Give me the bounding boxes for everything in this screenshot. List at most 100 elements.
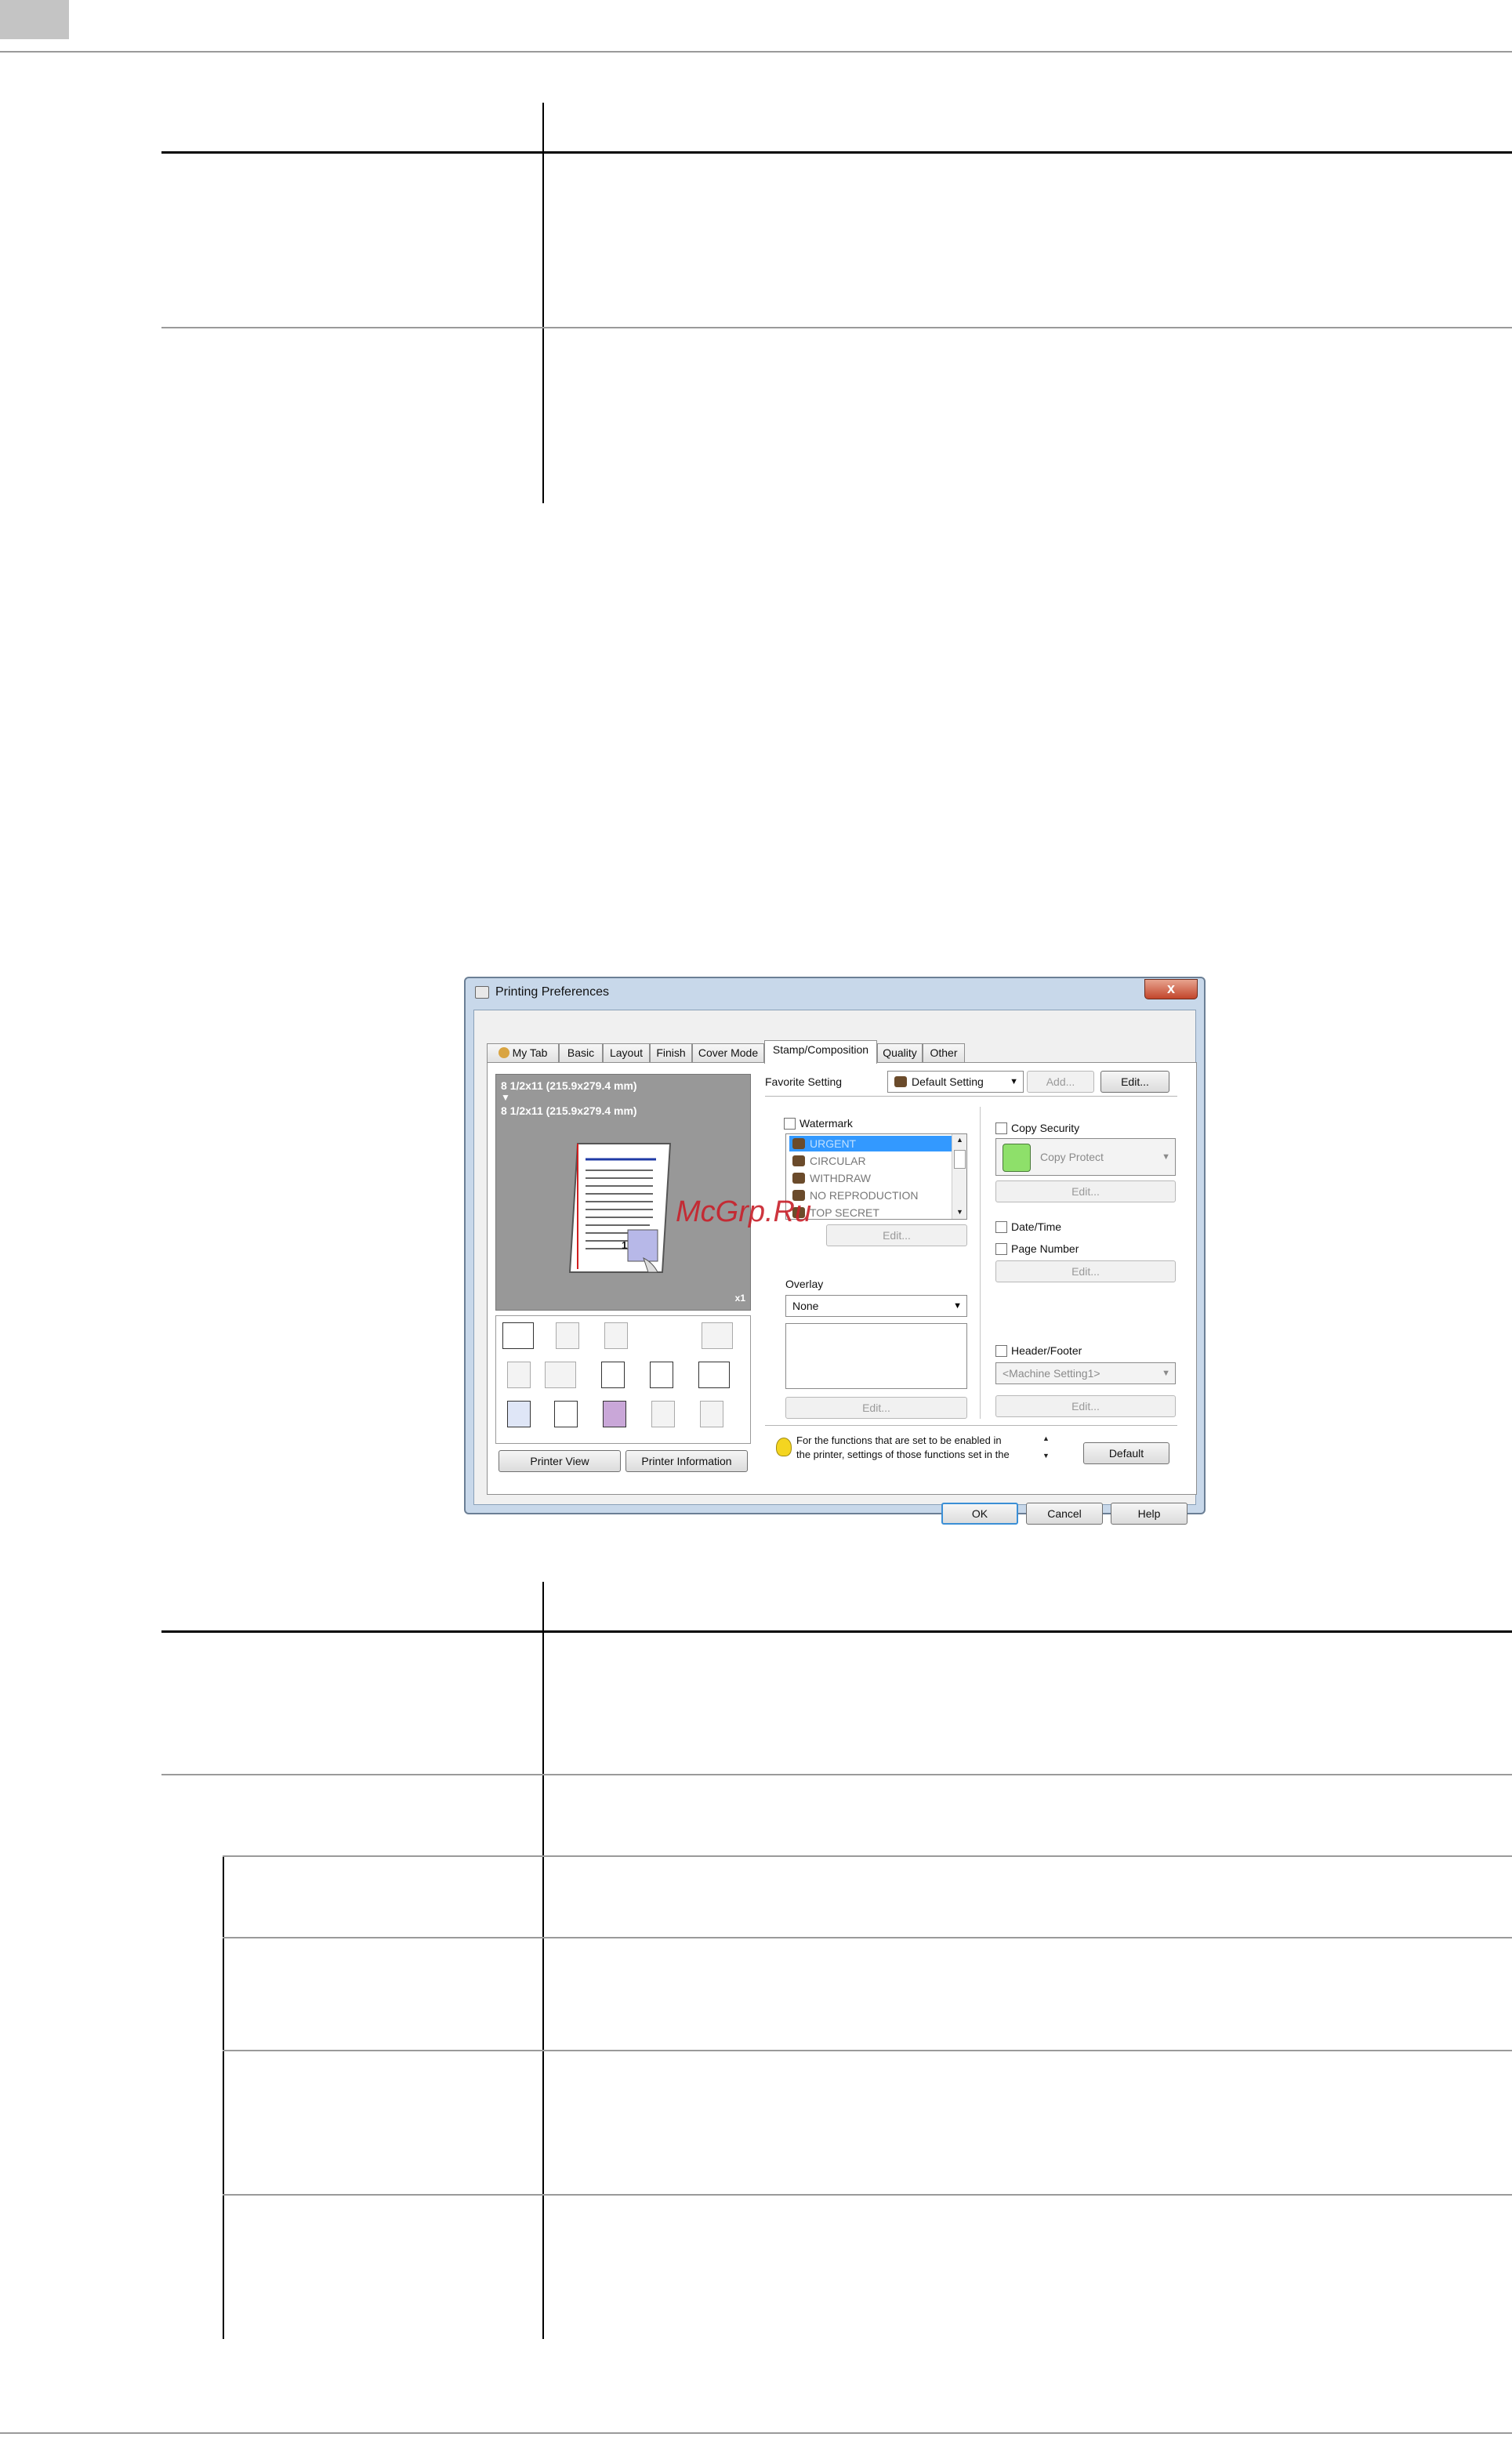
date-time-checkbox[interactable] <box>995 1221 1007 1233</box>
my-tab-user-icon <box>498 1047 509 1058</box>
dialog-title: Printing Preferences <box>495 985 609 999</box>
print-to-tray-icon[interactable] <box>502 1322 534 1349</box>
tab-layout[interactable]: Layout <box>603 1043 650 1062</box>
document-preview-icon <box>568 1143 672 1273</box>
info-scroll-up-icon[interactable]: ▲ <box>1042 1434 1050 1442</box>
favorite-setting-value: Default Setting <box>912 1075 984 1088</box>
column-divider <box>980 1107 981 1419</box>
list-item[interactable]: URGENT <box>789 1136 965 1151</box>
table-column-divider <box>542 1582 544 2339</box>
help-button[interactable]: Help <box>1111 1503 1187 1525</box>
user-authentication-icon[interactable] <box>554 1401 578 1427</box>
printing-preferences-dialog: Printing Preferences x My Tab Basic Layo… <box>464 977 1206 1525</box>
header-footer-checkbox[interactable] <box>995 1345 1007 1357</box>
stamp-icon <box>894 1076 907 1087</box>
stamp-page-icon[interactable] <box>651 1401 675 1427</box>
printer-view-button[interactable]: Printer View <box>499 1450 621 1472</box>
header-footer-select[interactable]: <Machine Setting1> ▼ <box>995 1362 1176 1384</box>
tab-my-tab[interactable]: My Tab <box>487 1043 559 1062</box>
copies-indicator: x1 <box>734 1293 745 1304</box>
staple-icon[interactable] <box>556 1322 579 1349</box>
scroll-up-icon[interactable]: ▲ <box>956 1136 963 1144</box>
watermark-checkbox[interactable] <box>784 1118 796 1130</box>
overlay-label: Overlay <box>785 1278 824 1290</box>
account-track-icon[interactable] <box>603 1401 626 1427</box>
favorite-edit-button[interactable]: Edit... <box>1100 1071 1169 1093</box>
tab-other[interactable]: Other <box>923 1043 965 1062</box>
table-header-rule <box>161 151 1512 154</box>
watermark-label: Watermark <box>800 1117 853 1130</box>
overlay-edit-button[interactable]: Edit... <box>785 1397 967 1419</box>
table-row-divider <box>161 1774 1512 1775</box>
site-watermark: McGrp.Ru <box>676 1195 812 1228</box>
page-number-label: Page Number <box>1011 1242 1079 1255</box>
info-scroll-down-icon[interactable]: ▼ <box>1042 1452 1050 1460</box>
stamp-icon <box>792 1138 805 1149</box>
rotate-icon[interactable] <box>702 1322 733 1349</box>
tab-quality[interactable]: Quality <box>877 1043 923 1062</box>
scroll-thumb[interactable] <box>954 1150 966 1169</box>
stamp-icon <box>792 1155 805 1166</box>
copy-security-checkbox[interactable] <box>995 1122 1007 1134</box>
subtable-indent-line <box>223 1855 224 2339</box>
print-preview: 8 1/2x11 (215.9x279.4 mm) ▼ 8 1/2x11 (21… <box>495 1074 751 1311</box>
info-text-line2: the printer, settings of those functions… <box>796 1449 1010 1460</box>
copy-security-edit-button[interactable]: Edit... <box>995 1180 1176 1202</box>
tab-basic[interactable]: Basic <box>559 1043 603 1062</box>
header-footer-value: <Machine Setting1> <box>1003 1367 1100 1380</box>
copy-security-select[interactable]: Copy Protect ▼ <box>995 1138 1176 1176</box>
booklet-icon[interactable] <box>545 1362 576 1388</box>
header-footer-edit-button[interactable]: Edit... <box>995 1395 1176 1417</box>
info-text-line1: For the functions that are set to be ena… <box>796 1434 1002 1446</box>
favorite-setting-label: Favorite Setting <box>765 1075 843 1088</box>
chevron-down-icon: ▼ <box>1162 1369 1170 1378</box>
font-icon[interactable] <box>601 1362 625 1388</box>
tab-label: My Tab <box>512 1046 548 1059</box>
printer-icon <box>475 986 489 999</box>
overlay-select[interactable]: None ▼ <box>785 1295 967 1317</box>
calculator-icon[interactable] <box>507 1401 531 1427</box>
watermark-list[interactable]: URGENT CIRCULAR WITHDRAW NO REPRODUCTION… <box>785 1133 967 1220</box>
overlay-list[interactable] <box>785 1323 967 1389</box>
tab-stamp-composition[interactable]: Stamp/Composition <box>764 1040 877 1064</box>
table-header-rule <box>161 1630 1512 1633</box>
tab-cover-mode[interactable]: Cover Mode <box>692 1043 764 1062</box>
stamp-icon <box>792 1173 805 1184</box>
cancel-button[interactable]: Cancel <box>1026 1503 1103 1525</box>
scrollbar[interactable]: ▲ ▼ <box>952 1134 966 1219</box>
page-number-checkbox[interactable] <box>995 1243 1007 1255</box>
table-row-divider <box>223 2050 1512 2051</box>
scroll-down-icon[interactable]: ▼ <box>956 1208 963 1216</box>
dialog-title-bar: Printing Preferences x <box>466 978 1204 1006</box>
copy-protect-icon <box>1003 1144 1031 1172</box>
duplex-icon[interactable] <box>507 1362 531 1388</box>
table-row-divider <box>161 327 1512 328</box>
watermark-edit-button[interactable]: Edit... <box>826 1224 967 1246</box>
section-divider <box>765 1425 1177 1426</box>
combine-pages-icon[interactable] <box>604 1322 628 1349</box>
list-item[interactable]: CIRCULAR <box>789 1153 866 1169</box>
dialog-client-area: My Tab Basic Layout Finish Cover Mode St… <box>473 1010 1197 1525</box>
date-page-edit-button[interactable]: Edit... <box>995 1260 1176 1282</box>
list-item[interactable]: WITHDRAW <box>789 1170 871 1186</box>
chevron-down-icon: ▼ <box>1162 1152 1170 1162</box>
table-row-divider <box>223 1937 1512 1938</box>
chevron-down-icon: ▼ <box>1010 1077 1018 1086</box>
overlay-value: None <box>792 1300 819 1312</box>
copy-security-value: Copy Protect <box>1040 1151 1104 1163</box>
favorite-setting-select[interactable]: Default Setting ▼ <box>887 1071 1024 1093</box>
favorite-add-button[interactable]: Add... <box>1027 1071 1094 1093</box>
section-divider <box>765 1096 1177 1097</box>
table-column-divider <box>542 103 544 503</box>
date-time-label: Date/Time <box>1011 1220 1062 1233</box>
tab-finish[interactable]: Finish <box>650 1043 692 1062</box>
close-button[interactable]: x <box>1144 979 1198 999</box>
blank-page-icon[interactable] <box>700 1401 723 1427</box>
watermark-page-icon[interactable] <box>650 1362 673 1388</box>
chevron-down-icon: ▼ <box>953 1301 962 1311</box>
function-icon-panel <box>495 1315 751 1444</box>
printer-information-button[interactable]: Printer Information <box>625 1450 748 1472</box>
default-button[interactable]: Default <box>1083 1442 1169 1464</box>
ok-button[interactable]: OK <box>941 1503 1018 1525</box>
secure-print-icon[interactable] <box>698 1362 730 1388</box>
